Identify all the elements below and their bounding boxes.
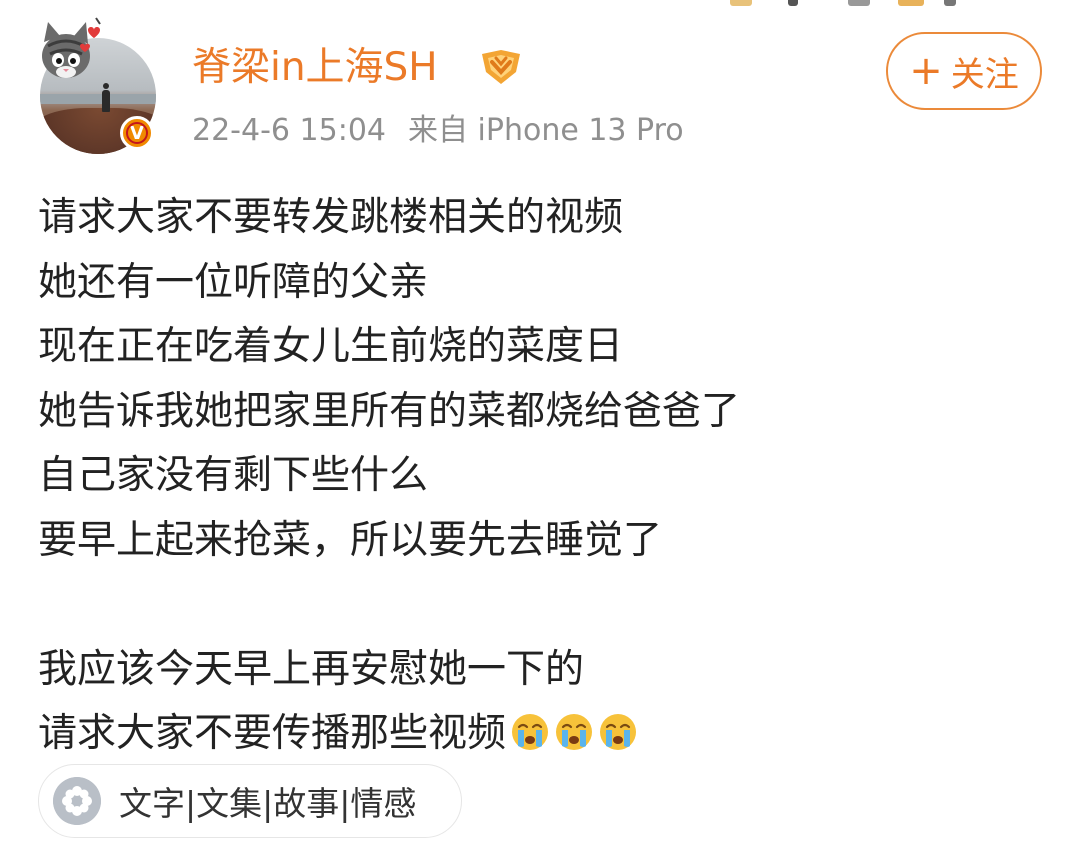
post-line: 自己家没有剩下些什么	[38, 453, 429, 498]
post-meta: 22-4-6 15:04 来自 iPhone 13 Pro	[192, 106, 684, 156]
crying-face-emoji-icon	[600, 714, 637, 750]
post-line: 现在正在吃着女儿生前烧的菜度日	[38, 324, 624, 369]
topic-tag-chip[interactable]: 文字|文集|故事|情感	[38, 764, 462, 838]
post-content: 请求大家不要转发跳楼相关的视频 她还有一位听障的父亲 现在正在吃着女儿生前烧的菜…	[38, 186, 1048, 767]
post-line: 她还有一位听障的父亲	[38, 259, 429, 305]
post-line-text: 请求大家不要传播那些视频	[38, 711, 507, 756]
author-avatar[interactable]: V	[36, 16, 161, 154]
follow-button[interactable]: + 关注	[886, 32, 1042, 110]
post-line: 她告诉我她把家里所有的菜都烧给爸爸了	[38, 388, 741, 434]
cat-frame-icon	[42, 17, 101, 78]
author-name[interactable]: 脊梁in上海SH	[192, 38, 438, 98]
topic-label: 文字|文集|故事|情感	[119, 784, 417, 823]
post-line: 我应该今天早上再安慰她一下的	[38, 646, 585, 692]
post-line: 要早上起来抢菜，所以要先去睡觉了	[38, 517, 663, 563]
crying-face-emoji-icon	[512, 714, 549, 750]
post-source: 来自 iPhone 13 Pro	[408, 113, 684, 148]
flower-icon	[53, 777, 101, 825]
plus-icon: +	[909, 48, 943, 94]
gold-level-badge-icon	[482, 50, 520, 84]
post-last-line: 请求大家不要传播那些视频	[38, 702, 1048, 767]
crying-face-emoji-icon	[556, 714, 593, 750]
post-timestamp: 22-4-6 15:04	[192, 113, 386, 148]
post-line: 请求大家不要转发跳楼相关的视频	[38, 195, 624, 240]
cropped-top-remnants	[730, 0, 990, 8]
verified-v-badge-icon: V	[120, 116, 154, 150]
follow-label: 关注	[950, 54, 1019, 95]
